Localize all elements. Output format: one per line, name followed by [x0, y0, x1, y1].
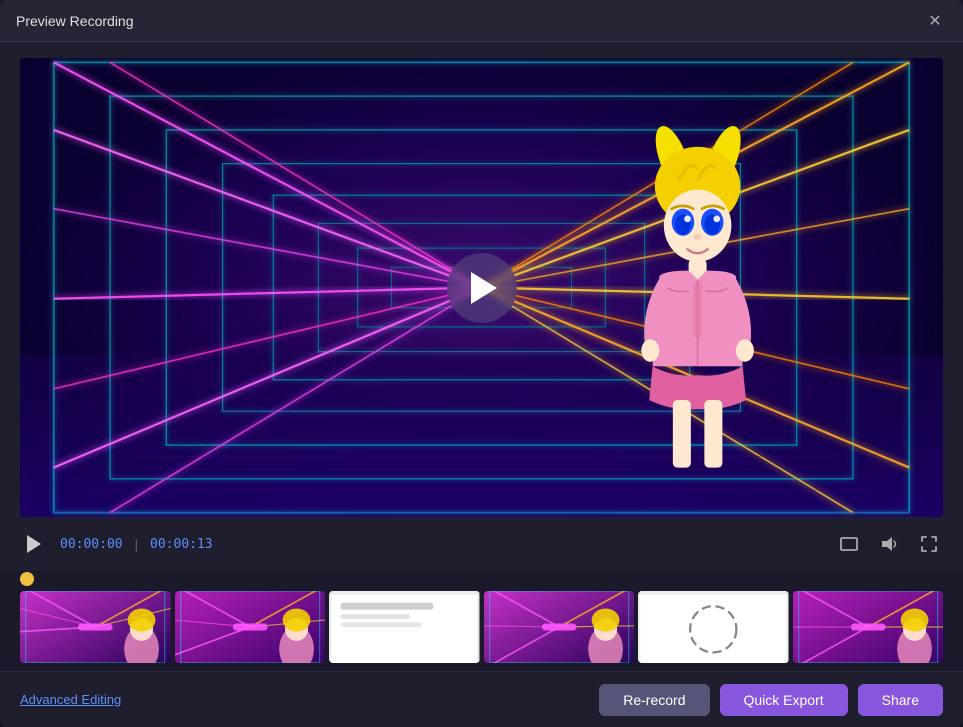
thumbnail-3[interactable] — [329, 591, 480, 663]
thumbnails-row — [20, 591, 943, 663]
aspect-ratio-icon — [839, 534, 859, 554]
total-time: 00:00:13 — [150, 537, 213, 552]
thumbnail-4[interactable] — [484, 591, 635, 663]
timeline — [0, 571, 963, 671]
rerecord-button[interactable]: Re-record — [599, 684, 709, 716]
close-button[interactable]: ✕ — [923, 9, 947, 33]
controls-bar: 00:00:00 | 00:00:13 — [0, 517, 963, 571]
share-button[interactable]: Share — [858, 684, 943, 716]
volume-button[interactable] — [875, 530, 903, 558]
play-button-overlay[interactable] — [447, 253, 517, 323]
play-icon-small — [27, 535, 41, 553]
fullscreen-button[interactable] — [915, 530, 943, 558]
advanced-editing-link[interactable]: Advanced Editing — [20, 692, 121, 707]
title-bar: Preview Recording ✕ — [0, 0, 963, 42]
window-title: Preview Recording — [16, 13, 134, 29]
thumbnail-2[interactable] — [175, 591, 326, 663]
thumbnail-1[interactable] — [20, 591, 171, 663]
time-separator: | — [135, 537, 138, 552]
bottom-bar: Advanced Editing Re-record Quick Export … — [0, 671, 963, 727]
fullscreen-icon — [919, 534, 939, 554]
current-time: 00:00:00 — [60, 537, 123, 552]
thumbnail-6[interactable] — [793, 591, 944, 663]
quick-export-button[interactable]: Quick Export — [720, 684, 848, 716]
thumbnail-5[interactable] — [638, 591, 789, 663]
video-player — [20, 58, 943, 517]
timeline-scrubber[interactable] — [20, 571, 943, 587]
play-pause-button[interactable] — [20, 530, 48, 558]
scrubber-handle[interactable] — [20, 572, 34, 586]
play-icon — [471, 272, 497, 304]
preview-recording-window: Preview Recording ✕ — [0, 0, 963, 727]
bottom-buttons: Re-record Quick Export Share — [599, 684, 943, 716]
aspect-ratio-button[interactable] — [835, 530, 863, 558]
volume-icon — [879, 534, 899, 554]
